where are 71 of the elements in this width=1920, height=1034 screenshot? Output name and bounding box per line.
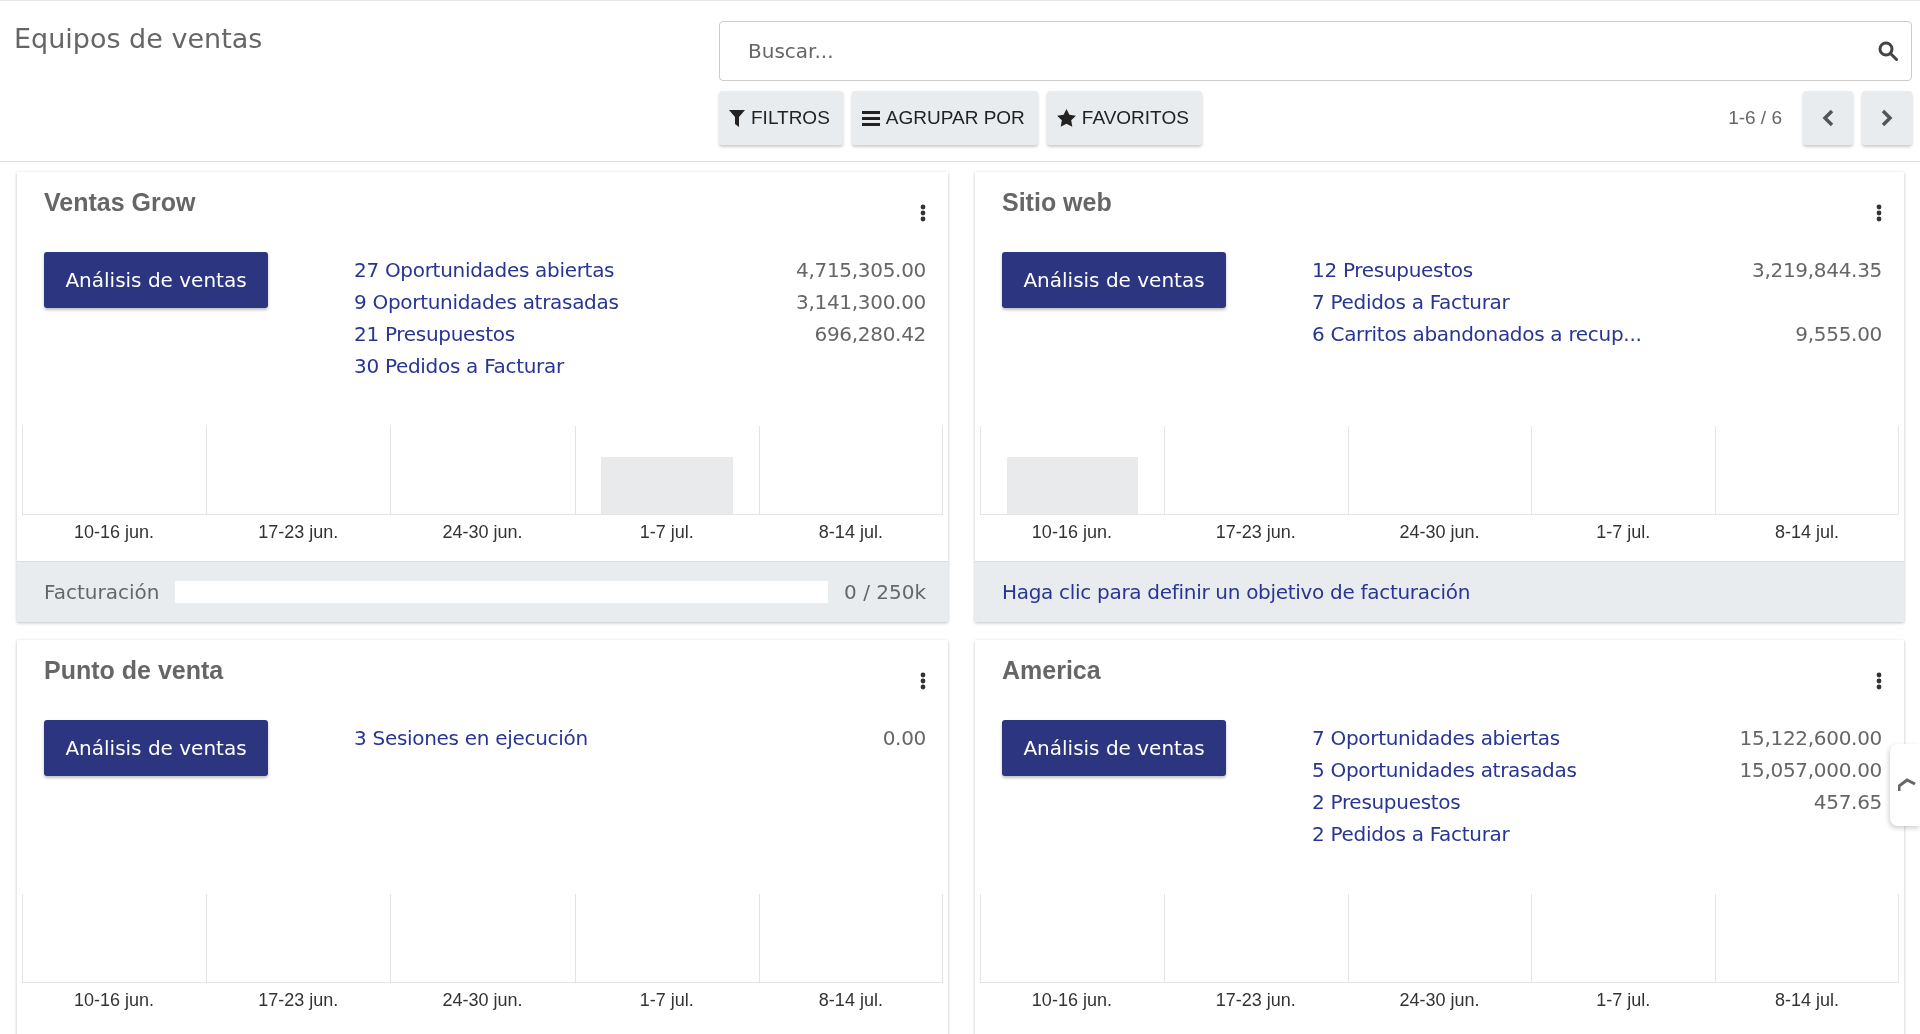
week-label: 10-16 jun.	[74, 989, 155, 1011]
pager-text: 1-6 / 6	[1728, 107, 1782, 129]
filters-button[interactable]: FILTROS	[719, 91, 843, 145]
week-label: 8-14 jul.	[818, 521, 883, 543]
week-label: 24-30 jun.	[442, 521, 523, 543]
search-field[interactable]: Buscar...	[719, 21, 1912, 81]
week-label: 8-14 jul.	[818, 989, 883, 1011]
stat-amount: 15,122,600.00	[1739, 726, 1882, 752]
chevron-right-icon	[1881, 109, 1893, 127]
stat-amount: 3,141,300.00	[796, 290, 926, 316]
team-title: Ventas Grow	[44, 188, 196, 218]
stat-link[interactable]: 5 Oportunidades atrasadas	[1312, 758, 1740, 790]
week-label: 1-7 jul.	[639, 521, 694, 543]
sales-analysis-button[interactable]: Análisis de ventas	[44, 252, 268, 308]
sales-analysis-button[interactable]: Análisis de ventas	[1002, 252, 1226, 308]
week-label: 8-14 jul.	[1775, 989, 1840, 1011]
week-label: 8-14 jul.	[1775, 521, 1840, 543]
stat-link[interactable]: 21 Presupuestos	[354, 322, 796, 354]
more-options-icon[interactable]	[920, 672, 926, 690]
week-label: 10-16 jun.	[1031, 989, 1112, 1011]
more-options-icon[interactable]	[1876, 204, 1882, 222]
search-icon[interactable]	[1878, 41, 1898, 61]
week-label: 1-7 jul.	[1596, 989, 1651, 1011]
filter-icon	[729, 109, 745, 127]
stat-link[interactable]: 27 Oportunidades abiertas	[354, 258, 796, 290]
next-button[interactable]	[1862, 91, 1912, 145]
team-title: America	[1002, 656, 1101, 686]
stat-amount: 4,715,305.00	[796, 258, 926, 284]
stat-amount: 9,555.00	[1794, 322, 1882, 348]
favorites-button[interactable]: FAVORITOS	[1046, 91, 1202, 145]
menu-icon	[861, 110, 880, 126]
stat-link[interactable]: 30 Pedidos a Facturar	[354, 354, 796, 386]
page-title: Equipos de ventas	[14, 23, 264, 54]
team-title: Sitio web	[1002, 188, 1112, 218]
group-by-button[interactable]: AGRUPAR POR	[851, 91, 1038, 145]
star-icon	[1056, 109, 1076, 127]
week-label: 17-23 jun.	[1215, 989, 1296, 1011]
stat-link[interactable]: 2 Presupuestos	[1312, 790, 1740, 822]
week-label: 1-7 jul.	[639, 989, 694, 1011]
week-label: 24-30 jun.	[442, 989, 523, 1011]
week-label: 1-7 jul.	[1596, 521, 1651, 543]
stat-link[interactable]: 9 Oportunidades atrasadas	[354, 290, 796, 322]
invoicing-label: Facturación	[44, 580, 160, 604]
week-label: 17-23 jun.	[1215, 521, 1296, 543]
stat-amount: 0.00	[882, 726, 926, 752]
stat-amount: 696,280.42	[813, 322, 926, 348]
sales-analysis-button[interactable]: Análisis de ventas	[44, 720, 268, 776]
stat-link[interactable]: 3 Sesiones en ejecución	[354, 726, 883, 758]
week-label: 10-16 jun.	[74, 521, 155, 543]
set-target-link[interactable]: Haga clic para definir un objetivo de facturación	[1002, 580, 1470, 604]
side-panel-tab[interactable]	[1890, 744, 1920, 826]
progress-reading: 0 / 250k	[844, 580, 926, 604]
stat-link[interactable]: 2 Pedidos a Facturar	[1312, 822, 1740, 854]
chevron-left-icon	[1822, 109, 1834, 127]
more-options-icon[interactable]	[920, 204, 926, 222]
stat-link[interactable]: 6 Carritos abandonados a recup...	[1312, 322, 1752, 354]
week-label: 17-23 jun.	[258, 521, 339, 543]
stat-link[interactable]: 7 Pedidos a Facturar	[1312, 290, 1752, 322]
week-label: 10-16 jun.	[1031, 521, 1112, 543]
more-options-icon[interactable]	[1876, 672, 1882, 690]
stat-link[interactable]: 7 Oportunidades abiertas	[1312, 726, 1740, 758]
stat-link[interactable]: 12 Presupuestos	[1312, 258, 1752, 290]
stat-amount: 457.65	[1812, 790, 1882, 816]
previous-button[interactable]	[1803, 91, 1853, 145]
week-label: 17-23 jun.	[258, 989, 339, 1011]
week-label: 24-30 jun.	[1399, 521, 1480, 543]
week-label: 24-30 jun.	[1399, 989, 1480, 1011]
sales-analysis-button[interactable]: Análisis de ventas	[1002, 720, 1226, 776]
team-title: Punto de venta	[44, 656, 224, 686]
stat-amount: 3,219,844.35	[1752, 258, 1882, 284]
stat-amount: 15,057,000.00	[1739, 758, 1882, 784]
